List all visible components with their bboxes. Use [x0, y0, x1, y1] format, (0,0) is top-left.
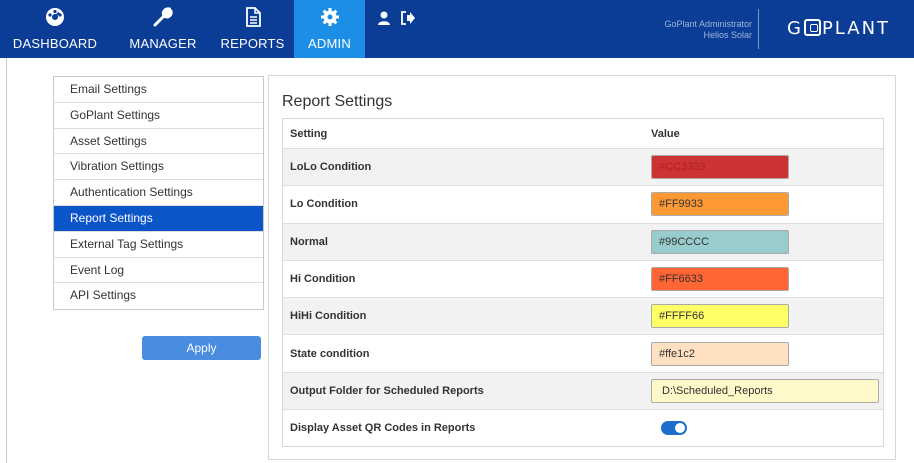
report-settings-panel: Report Settings Setting Value LoLo Condi…: [268, 75, 896, 460]
output-folder-input[interactable]: D:\Scheduled_Reports: [651, 378, 879, 403]
nav-manager[interactable]: MANAGER: [118, 0, 208, 58]
state-color-input[interactable]: #ffe1c2: [651, 341, 789, 366]
nav-admin-label: ADMIN: [308, 36, 351, 51]
logo-prefix: G: [787, 18, 803, 39]
table-row: HiHi Condition #FFFF66: [283, 297, 883, 335]
top-navigation-bar: DASHBOARD MANAGER REPORTS ADMIN GoPlant …: [0, 0, 914, 58]
setting-label: State condition: [290, 347, 370, 360]
sidebar-item-report-settings[interactable]: Report Settings: [54, 205, 263, 232]
goplant-logo: G PLANT: [787, 18, 890, 39]
sidebar-item-authentication-settings[interactable]: Authentication Settings: [54, 180, 263, 206]
setting-label: HiHi Condition: [290, 310, 367, 323]
setting-label: Lo Condition: [290, 198, 358, 211]
nav-reports[interactable]: REPORTS: [215, 0, 290, 58]
setting-label: Output Folder for Scheduled Reports: [290, 384, 484, 397]
setting-label: LoLo Condition: [290, 161, 372, 174]
apply-button[interactable]: Apply: [142, 336, 261, 360]
lolo-color-input[interactable]: #CC3333: [651, 155, 789, 180]
header-divider: [758, 9, 759, 49]
logo-o-mark: [803, 19, 821, 36]
logo-suffix: PLANT: [821, 18, 891, 39]
toggle-knob: [675, 423, 685, 434]
user-role: GoPlant Administrator: [664, 19, 752, 29]
dashboard-gauge-icon: [46, 8, 64, 26]
document-icon: [245, 7, 261, 27]
table-row: State condition #ffe1c2: [283, 334, 883, 371]
qr-codes-toggle[interactable]: [661, 421, 687, 436]
sidebar-item-goplant-settings[interactable]: GoPlant Settings: [54, 103, 263, 129]
lo-color-input[interactable]: #FF9933: [651, 192, 789, 217]
nav-dashboard-label: DASHBOARD: [12, 36, 98, 51]
wrench-icon: [153, 7, 173, 27]
table-row: Lo Condition #FF9933: [283, 185, 883, 222]
sidebar-item-event-log[interactable]: Event Log: [54, 258, 263, 284]
setting-label: Display Asset QR Codes in Reports: [290, 422, 476, 435]
sidebar-item-asset-settings[interactable]: Asset Settings: [54, 129, 263, 155]
user-org: Helios Solar: [703, 30, 752, 40]
nav-manager-label: MANAGER: [129, 36, 197, 51]
sidebar-item-email-settings[interactable]: Email Settings: [54, 77, 263, 103]
nav-reports-label: REPORTS: [220, 36, 285, 51]
table-row: Normal #99CCCC: [283, 222, 883, 260]
nav-dashboard[interactable]: DASHBOARD: [0, 0, 110, 58]
sidebar-item-api-settings[interactable]: API Settings: [54, 283, 263, 309]
admin-sidebar: Email Settings GoPlant Settings Asset Se…: [53, 76, 264, 311]
setting-label: Hi Condition: [290, 273, 356, 286]
hi-color-input[interactable]: #FF6633: [651, 267, 789, 292]
sidebar-item-vibration-settings[interactable]: Vibration Settings: [54, 154, 263, 181]
hihi-color-input[interactable]: #FFFF66: [651, 304, 789, 329]
settings-table: Setting Value LoLo Condition #CC3333 Lo …: [282, 118, 884, 448]
setting-label: Normal: [290, 235, 328, 248]
table-row: Output Folder for Scheduled Reports D:\S…: [283, 371, 883, 410]
table-row: LoLo Condition #CC3333: [283, 148, 883, 186]
user-info: GoPlant Administrator Helios Solar: [664, 19, 752, 41]
user-icon[interactable]: [376, 10, 392, 26]
table-header-row: Setting Value: [283, 119, 883, 148]
table-row: Display Asset QR Codes in Reports: [283, 409, 883, 446]
gear-icon: [320, 8, 339, 26]
nav-admin[interactable]: ADMIN: [294, 0, 365, 58]
table-row: Hi Condition #FF6633: [283, 259, 883, 297]
page-title: Report Settings: [282, 93, 393, 110]
column-header-setting: Setting: [290, 127, 328, 140]
column-header-value: Value: [651, 127, 680, 140]
normal-color-input[interactable]: #99CCCC: [651, 229, 789, 254]
sidebar-item-external-tag-settings[interactable]: External Tag Settings: [54, 232, 263, 258]
logout-icon[interactable]: [400, 10, 416, 26]
